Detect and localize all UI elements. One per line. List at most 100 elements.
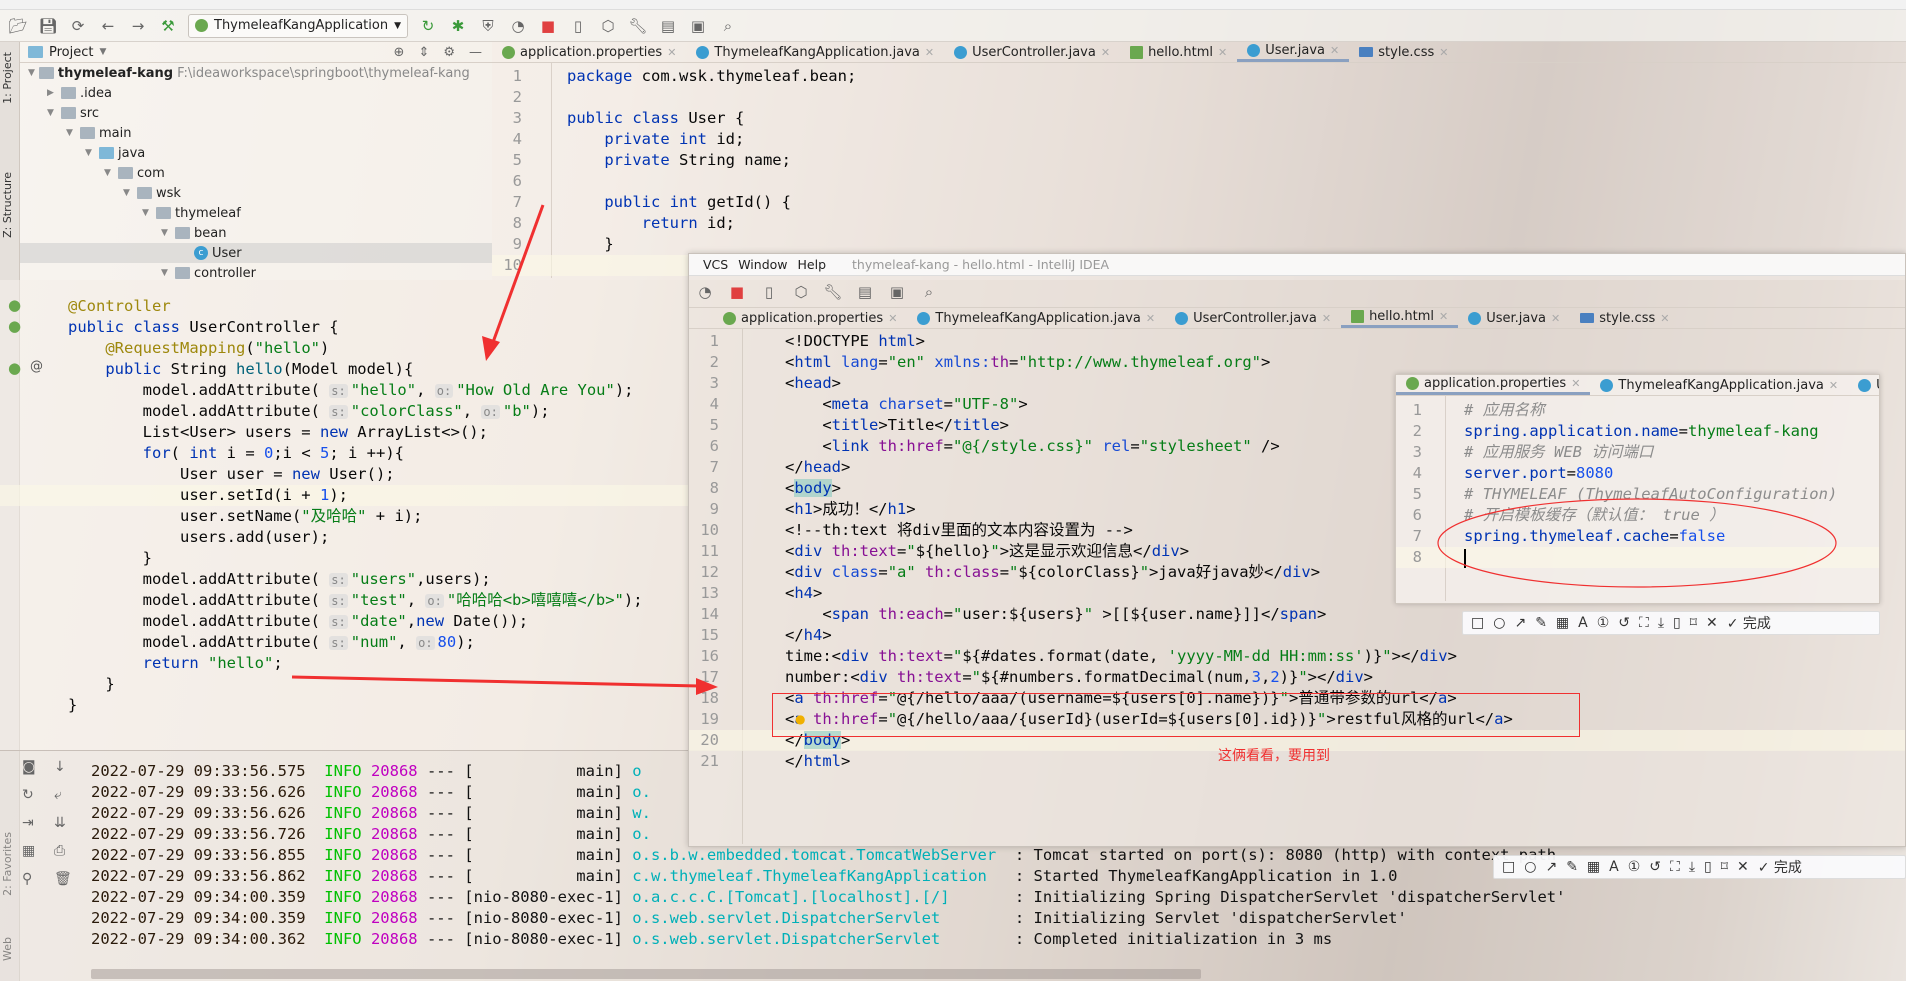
- back-icon[interactable]: ←: [98, 16, 118, 36]
- chevron-down-icon[interactable]: ▼: [99, 47, 106, 57]
- mosaic-tool-icon[interactable]: ▦: [1556, 615, 1569, 631]
- tool-tab-structure[interactable]: Z: Structure: [1, 172, 14, 238]
- profile-icon[interactable]: ◔: [508, 16, 528, 36]
- device-icon[interactable]: ▯: [759, 282, 779, 302]
- exit-icon[interactable]: ⇥: [22, 815, 36, 831]
- close-tab-icon[interactable]: ✕: [1571, 377, 1580, 390]
- long-screenshot-icon[interactable]: ▯: [1673, 615, 1681, 631]
- close-tab-icon[interactable]: ✕: [1146, 312, 1155, 325]
- text-tool-icon[interactable]: A: [1609, 859, 1619, 875]
- print-icon[interactable]: ⎙: [54, 843, 72, 859]
- device-icon[interactable]: ▯: [568, 16, 588, 36]
- profile-icon[interactable]: ◔: [695, 282, 715, 302]
- tree-item[interactable]: ▶ .idea: [20, 83, 492, 103]
- number-tool-icon[interactable]: ①: [1628, 859, 1641, 875]
- search-icon[interactable]: ⌕: [718, 16, 738, 36]
- text-tool-icon[interactable]: A: [1578, 615, 1588, 631]
- editor-tab[interactable]: ThymeleafKangApplication.java ✕: [907, 308, 1165, 328]
- done-button[interactable]: ✓ 完成: [1758, 857, 1802, 877]
- close-icon[interactable]: ✕: [1706, 615, 1718, 631]
- tree-item[interactable]: ▼ wsk: [20, 183, 492, 203]
- menu-window[interactable]: Window: [738, 257, 787, 272]
- stop-icon[interactable]: ■: [538, 16, 558, 36]
- camera-icon[interactable]: ◙: [22, 759, 36, 775]
- project-structure-icon[interactable]: ▤: [855, 282, 875, 302]
- arrow-tool-icon[interactable]: ↗: [1514, 615, 1526, 631]
- close-tab-icon[interactable]: ✕: [1101, 46, 1110, 59]
- scroll-to-end-icon[interactable]: ⇊: [54, 815, 72, 831]
- rectangle-tool-icon[interactable]: □: [1471, 615, 1484, 631]
- locate-icon[interactable]: ⊕: [394, 45, 405, 60]
- editor-tab[interactable]: application.properties ✕: [492, 42, 686, 62]
- pencil-tool-icon[interactable]: ✎: [1535, 615, 1547, 631]
- code-area[interactable]: 1 package com.wsk.thymeleaf.bean; 2 3 public…: [492, 63, 1906, 278]
- close-tab-icon[interactable]: ✕: [1218, 46, 1227, 59]
- close-tab-icon[interactable]: ✕: [1330, 44, 1339, 57]
- editor-tab[interactable]: application.properties ✕: [1396, 375, 1591, 395]
- tree-item[interactable]: ▼ bean: [20, 223, 492, 243]
- rerun-icon[interactable]: ↻: [22, 787, 36, 803]
- wrench-icon[interactable]: 🔧︎: [823, 282, 843, 302]
- wrench-icon[interactable]: 🔧︎: [628, 16, 648, 36]
- close-tab-icon[interactable]: ✕: [1660, 312, 1669, 325]
- editor-tab[interactable]: hello.html ✕: [1120, 42, 1237, 62]
- deploy-icon[interactable]: ⬡: [791, 282, 811, 302]
- save-icon[interactable]: 💾︎: [38, 16, 58, 36]
- web-endpoint-icon[interactable]: @: [30, 359, 43, 374]
- download-icon[interactable]: ⤓: [1658, 615, 1664, 631]
- deploy-icon[interactable]: ⬡: [598, 16, 618, 36]
- build-icon[interactable]: ⚒: [158, 16, 178, 36]
- scroll-down-icon[interactable]: ↓: [54, 759, 72, 775]
- editor-tab[interactable]: UserController.java ✕: [944, 42, 1120, 62]
- menu-vcs[interactable]: VCS: [703, 257, 728, 272]
- editor-tab[interactable]: UserController.java ✕: [1165, 308, 1341, 328]
- arrow-tool-icon[interactable]: ↗: [1545, 859, 1557, 875]
- tree-item[interactable]: ▼ src: [20, 103, 492, 123]
- undo-icon[interactable]: ↺: [1618, 615, 1630, 631]
- ellipse-tool-icon[interactable]: ○: [1493, 615, 1505, 631]
- ocr-icon[interactable]: ⛶: [1670, 859, 1680, 875]
- close-tab-icon[interactable]: ✕: [667, 46, 676, 59]
- tree-item[interactable]: ▼ main: [20, 123, 492, 143]
- ocr-icon[interactable]: ⛶: [1639, 615, 1649, 631]
- pin-icon[interactable]: ⌑: [1721, 859, 1728, 875]
- coverage-icon[interactable]: ⛨: [478, 16, 498, 36]
- ellipse-tool-icon[interactable]: ○: [1524, 859, 1536, 875]
- tree-item[interactable]: ▼ thymeleaf: [20, 203, 492, 223]
- done-button[interactable]: ✓ 完成: [1727, 613, 1771, 633]
- download-icon[interactable]: ⤓: [1689, 859, 1695, 875]
- tree-item[interactable]: c User: [20, 243, 492, 263]
- stop-icon[interactable]: ■: [727, 282, 747, 302]
- menu-help[interactable]: Help: [798, 257, 827, 272]
- editor-tab[interactable]: application.properties ✕: [713, 308, 907, 328]
- run-config-dropdown[interactable]: ThymeleafKangApplication ▼: [188, 13, 408, 38]
- pin-icon[interactable]: ⌑: [1690, 615, 1697, 631]
- close-tab-icon[interactable]: ✕: [1439, 46, 1448, 59]
- close-tab-icon[interactable]: ✕: [1829, 379, 1838, 392]
- console-horizontal-scrollbar[interactable]: [91, 969, 1201, 979]
- pin-icon[interactable]: ⚲: [22, 871, 36, 887]
- editor-tab[interactable]: User.java ✕: [1237, 42, 1350, 62]
- close-tab-icon[interactable]: ✕: [888, 312, 897, 325]
- editor-tab[interactable]: style.css ✕: [1349, 42, 1458, 62]
- project-view-selector[interactable]: Project: [49, 45, 93, 60]
- trash-icon[interactable]: 🗑: [54, 871, 72, 887]
- long-screenshot-icon[interactable]: ▯: [1704, 859, 1712, 875]
- search-icon[interactable]: ⌕: [919, 282, 939, 302]
- gear-icon[interactable]: ⚙: [443, 45, 455, 60]
- editor-tab[interactable]: User.java ✕: [1458, 308, 1570, 328]
- code-area[interactable]: 1 # 应用名称 2 spring.application.name=thymelea…: [1396, 396, 1879, 601]
- terminal-icon[interactable]: ▣: [688, 16, 708, 36]
- terminal-icon[interactable]: ▣: [887, 282, 907, 302]
- pencil-tool-icon[interactable]: ✎: [1566, 859, 1578, 875]
- tree-item[interactable]: ▼ java: [20, 143, 492, 163]
- hide-icon[interactable]: —: [469, 45, 482, 60]
- rectangle-tool-icon[interactable]: □: [1502, 859, 1515, 875]
- debug-icon[interactable]: ✱: [448, 16, 468, 36]
- tree-item[interactable]: ▼ com: [20, 163, 492, 183]
- editor-tab[interactable]: ThymeleafKangApplication.java ✕: [686, 42, 944, 62]
- code-area[interactable]: @Controller public class UserController {…: [0, 280, 688, 750]
- editor-tab[interactable]: ThymeleafKangApplication.java ✕: [1590, 375, 1848, 395]
- close-tab-icon[interactable]: ✕: [1551, 312, 1560, 325]
- project-structure-icon[interactable]: ▤: [658, 16, 678, 36]
